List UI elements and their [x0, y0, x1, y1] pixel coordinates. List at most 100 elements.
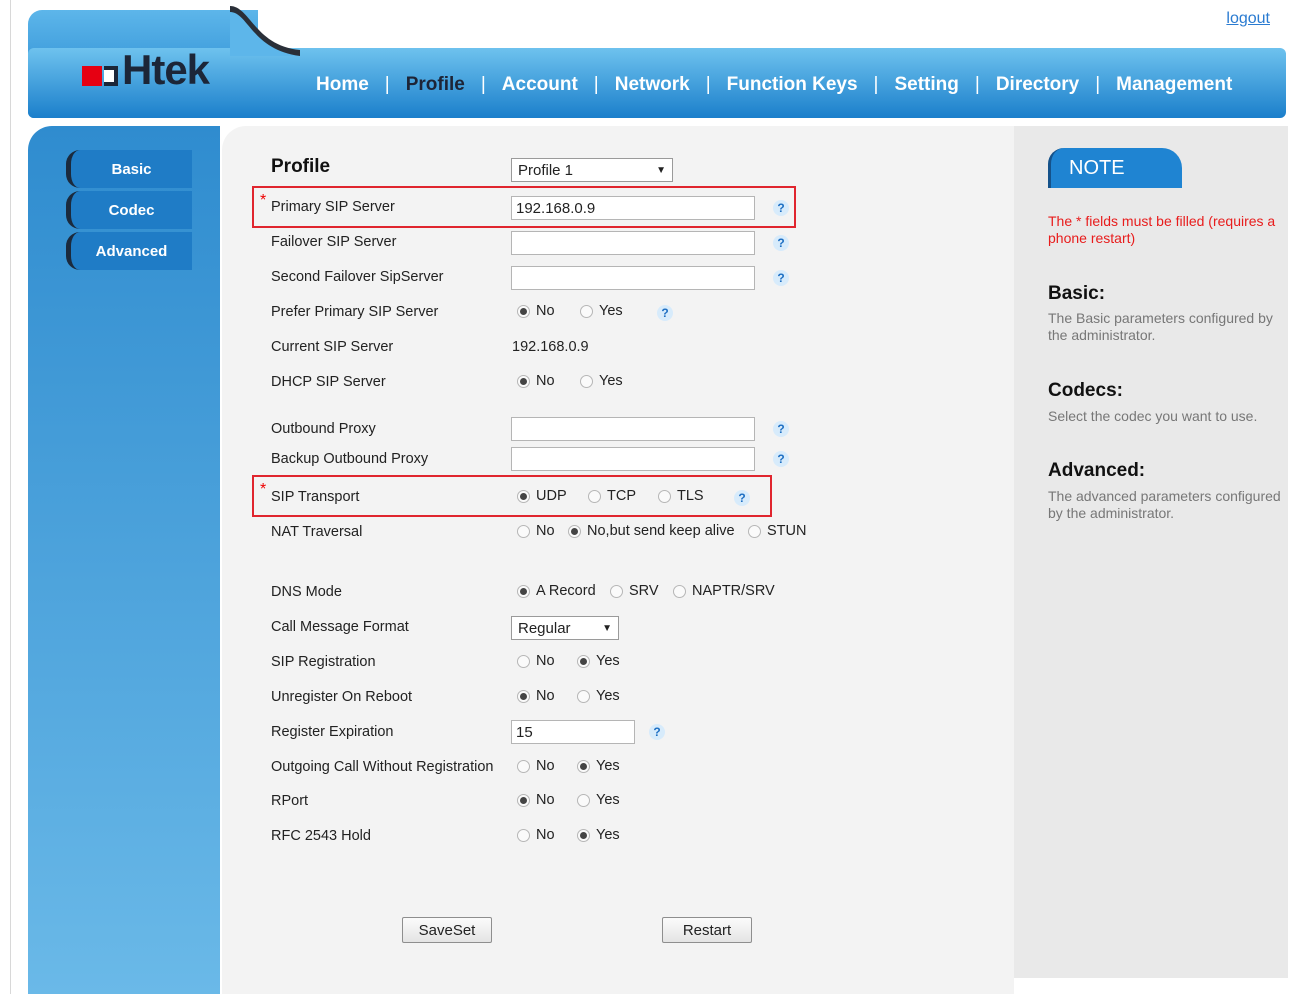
- note-advanced-text: The advanced parameters configured by th…: [1048, 488, 1281, 521]
- radio-icon: [517, 793, 530, 807]
- help-icon[interactable]: ?: [773, 235, 789, 251]
- register-expiration-label: Register Expiration: [271, 724, 394, 740]
- radio-label: Yes: [596, 758, 620, 774]
- nav-directory[interactable]: Directory: [980, 74, 1095, 96]
- rport-yes-radio[interactable]: Yes: [577, 792, 620, 808]
- help-icon[interactable]: ?: [657, 305, 673, 321]
- sidebar-item-advanced[interactable]: Advanced: [66, 232, 192, 270]
- logo-red-square: [82, 66, 102, 86]
- unregister-on-reboot-label: Unregister On Reboot: [271, 689, 413, 705]
- sip-registration-yes-radio[interactable]: Yes: [577, 653, 620, 669]
- help-icon[interactable]: ?: [773, 200, 789, 216]
- radio-icon: [577, 793, 590, 807]
- nav-management[interactable]: Management: [1100, 74, 1248, 96]
- radio-label: TLS: [677, 488, 704, 504]
- outgoing-call-label: Outgoing Call Without Registration: [271, 759, 494, 775]
- radio-label: No: [536, 373, 555, 389]
- logout-link[interactable]: logout: [1226, 10, 1270, 28]
- profile-select[interactable]: Profile 1 ▼: [511, 158, 673, 182]
- radio-label: No: [536, 792, 555, 808]
- radio-icon: [568, 524, 581, 538]
- nat-stun-radio[interactable]: STUN: [748, 523, 806, 539]
- note-panel: [1014, 126, 1288, 978]
- help-icon[interactable]: ?: [734, 490, 750, 506]
- outbound-proxy-input[interactable]: [511, 417, 755, 441]
- chevron-down-icon: ▼: [602, 622, 612, 634]
- outgoing-call-yes-radio[interactable]: Yes: [577, 758, 620, 774]
- nav-home[interactable]: Home: [300, 74, 385, 96]
- second-failover-input[interactable]: [511, 266, 755, 290]
- radio-label: No: [536, 653, 555, 669]
- page-title: Profile: [271, 156, 331, 177]
- radio-icon: [517, 524, 530, 538]
- current-sip-server-value: 192.168.0.9: [512, 339, 589, 355]
- radio-label: No: [536, 758, 555, 774]
- note-required-text: The * fields must be filled (requires a …: [1048, 213, 1276, 246]
- nav-setting[interactable]: Setting: [878, 74, 974, 96]
- dns-naptr-radio[interactable]: NAPTR/SRV: [673, 583, 775, 599]
- top-nav: Home | Profile | Account | Network | Functio…: [300, 72, 1248, 98]
- call-message-format-select[interactable]: Regular ▼: [511, 616, 619, 640]
- help-icon[interactable]: ?: [773, 451, 789, 467]
- radio-icon: [577, 759, 590, 773]
- failover-sip-server-input[interactable]: [511, 231, 755, 255]
- rfc2543-yes-radio[interactable]: Yes: [577, 827, 620, 843]
- help-icon[interactable]: ?: [773, 421, 789, 437]
- sip-transport-label: SIP Transport: [271, 489, 360, 505]
- radio-label: No: [536, 827, 555, 843]
- backup-outbound-proxy-label: Backup Outbound Proxy: [271, 451, 429, 467]
- nat-no-radio[interactable]: No: [517, 523, 555, 539]
- transport-udp-radio[interactable]: UDP: [517, 488, 567, 504]
- nat-keepalive-radio[interactable]: No,but send keep alive: [568, 523, 735, 539]
- prefer-primary-yes-radio[interactable]: Yes: [580, 303, 623, 319]
- dns-srv-radio[interactable]: SRV: [610, 583, 659, 599]
- nav-account[interactable]: Account: [486, 74, 594, 96]
- dns-mode-label: DNS Mode: [271, 584, 342, 600]
- rfc2543-no-radio[interactable]: No: [517, 827, 555, 843]
- saveset-button[interactable]: SaveSet: [402, 917, 492, 943]
- backup-outbound-proxy-input[interactable]: [511, 447, 755, 471]
- radio-label: Yes: [596, 653, 620, 669]
- primary-sip-server-label: Primary SIP Server: [271, 199, 395, 215]
- dhcp-yes-radio[interactable]: Yes: [580, 373, 623, 389]
- header-curve: [230, 6, 300, 56]
- prefer-primary-no-radio[interactable]: No: [517, 303, 555, 319]
- radio-icon: [588, 489, 601, 503]
- primary-sip-server-input[interactable]: [511, 196, 755, 220]
- required-star: *: [260, 481, 267, 498]
- dns-a-record-radio[interactable]: A Record: [517, 583, 596, 599]
- note-codecs-title: Codecs:: [1048, 380, 1123, 401]
- nav-profile[interactable]: Profile: [390, 74, 481, 96]
- transport-tls-radio[interactable]: TLS: [658, 488, 704, 504]
- sidebar-item-basic[interactable]: Basic: [66, 150, 192, 188]
- dhcp-no-radio[interactable]: No: [517, 373, 555, 389]
- help-icon[interactable]: ?: [773, 270, 789, 286]
- unregister-no-radio[interactable]: No: [517, 688, 555, 704]
- restart-button[interactable]: Restart: [662, 917, 752, 943]
- call-message-format-value: Regular: [518, 619, 571, 637]
- nav-network[interactable]: Network: [599, 74, 706, 96]
- sip-registration-no-radio[interactable]: No: [517, 653, 555, 669]
- register-expiration-input[interactable]: [511, 720, 635, 744]
- note-advanced-title: Advanced:: [1048, 460, 1146, 481]
- radio-label: SRV: [629, 583, 659, 599]
- unregister-yes-radio[interactable]: Yes: [577, 688, 620, 704]
- note-basic-title: Basic:: [1048, 283, 1106, 304]
- radio-label: Yes: [596, 827, 620, 843]
- prefer-primary-label: Prefer Primary SIP Server: [271, 304, 439, 320]
- current-sip-server-label: Current SIP Server: [271, 339, 394, 355]
- outgoing-call-no-radio[interactable]: No: [517, 758, 555, 774]
- radio-icon: [577, 828, 590, 842]
- radio-label: Yes: [596, 688, 620, 704]
- radio-icon: [748, 524, 761, 538]
- radio-icon: [580, 304, 593, 318]
- sidebar-item-codec[interactable]: Codec: [66, 191, 192, 229]
- radio-label: TCP: [607, 488, 636, 504]
- radio-icon: [517, 759, 530, 773]
- transport-tcp-radio[interactable]: TCP: [588, 488, 636, 504]
- page-left-border: [10, 0, 11, 994]
- help-icon[interactable]: ?: [649, 724, 665, 740]
- nav-function-keys[interactable]: Function Keys: [711, 74, 874, 96]
- radio-label: STUN: [767, 523, 807, 539]
- rport-no-radio[interactable]: No: [517, 792, 555, 808]
